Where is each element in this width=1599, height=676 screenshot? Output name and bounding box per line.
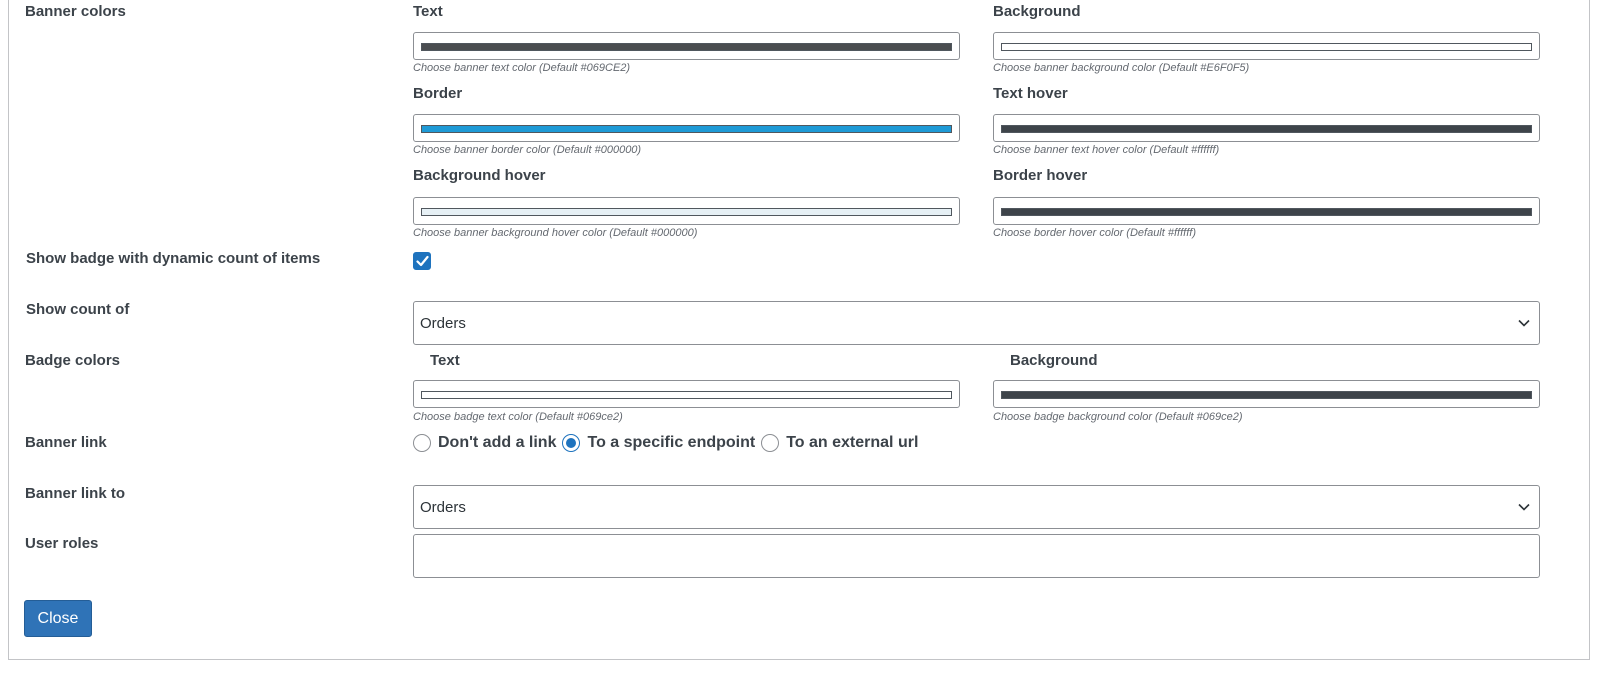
banner-border-hover-color-input[interactable] [993,197,1540,225]
banner-background-hover-color-hint: Choose banner background hover color (De… [413,227,698,239]
radio-specific-endpoint[interactable] [562,434,581,452]
banner-border-color-swatch [421,125,952,133]
banner-background-color-label: Background [993,3,1081,20]
banner-background-hover-color-input[interactable] [413,197,960,225]
banner-border-color-label: Border [413,85,463,102]
banner-border-hover-color-swatch [1001,208,1532,216]
radio-no-link[interactable] [413,434,431,452]
banner-text-hover-color-label: Text hover [993,85,1068,102]
banner-link-to-select[interactable]: Orders [413,485,1540,529]
badge-background-color-input[interactable] [993,380,1540,408]
banner-text-color-swatch [421,43,952,51]
banner-background-hover-color-swatch [421,208,952,216]
badge-toggle-label: Show badge with dynamic count of items [26,250,321,267]
radio-no-link-label[interactable]: Don't add a link [438,434,556,452]
show-count-select[interactable]: Orders [413,301,1540,345]
chevron-down-icon [1518,503,1530,511]
banner-text-color-label: Text [413,3,443,20]
banner-border-hover-color-hint: Choose border hover color (Default #ffff… [993,227,1196,239]
banner-link-to-value: Orders [420,499,466,516]
banner-link-label: Banner link [25,434,107,451]
banner-link-options: Don't add a link To a specific endpoint … [413,432,924,454]
banner-text-color-input[interactable] [413,32,960,60]
user-roles-label: User roles [25,535,99,552]
banner-border-color-input[interactable] [413,114,960,142]
banner-text-hover-color-hint: Choose banner text hover color (Default … [993,144,1220,156]
banner-link-to-label: Banner link to [25,485,126,502]
banner-text-color-hint: Choose banner text color (Default #069CE… [413,62,631,74]
badge-colors-label: Badge colors [25,352,121,369]
checkmark-icon [416,255,429,267]
close-button[interactable]: Close [24,600,92,637]
banner-border-hover-color-label: Border hover [993,167,1088,184]
banner-background-color-swatch [1001,43,1532,51]
banner-background-color-hint: Choose banner background color (Default … [993,62,1250,74]
show-count-label: Show count of [26,301,130,318]
badge-background-color-hint: Choose badge background color (Default #… [993,411,1243,423]
radio-specific-endpoint-label[interactable]: To a specific endpoint [587,434,755,452]
badge-text-color-label: Text [430,352,460,369]
banner-background-hover-color-label: Background hover [413,167,546,184]
banner-border-color-hint: Choose banner border color (Default #000… [413,144,642,156]
badge-background-color-swatch [1001,391,1532,399]
banner-text-hover-color-swatch [1001,125,1532,133]
radio-external-url[interactable] [761,434,780,452]
badge-text-color-input[interactable] [413,380,960,408]
user-roles-input[interactable] [413,534,1540,578]
badge-toggle-checkbox[interactable] [413,252,431,270]
badge-background-color-label: Background [1010,352,1098,369]
banner-colors-label: Banner colors [25,3,126,20]
banner-background-color-input[interactable] [993,32,1540,60]
radio-external-url-label[interactable]: To an external url [786,434,918,452]
badge-text-color-swatch [421,391,952,399]
banner-text-hover-color-input[interactable] [993,114,1540,142]
badge-text-color-hint: Choose badge text color (Default #069ce2… [413,411,623,423]
show-count-value: Orders [420,315,466,332]
chevron-down-icon [1518,319,1530,327]
